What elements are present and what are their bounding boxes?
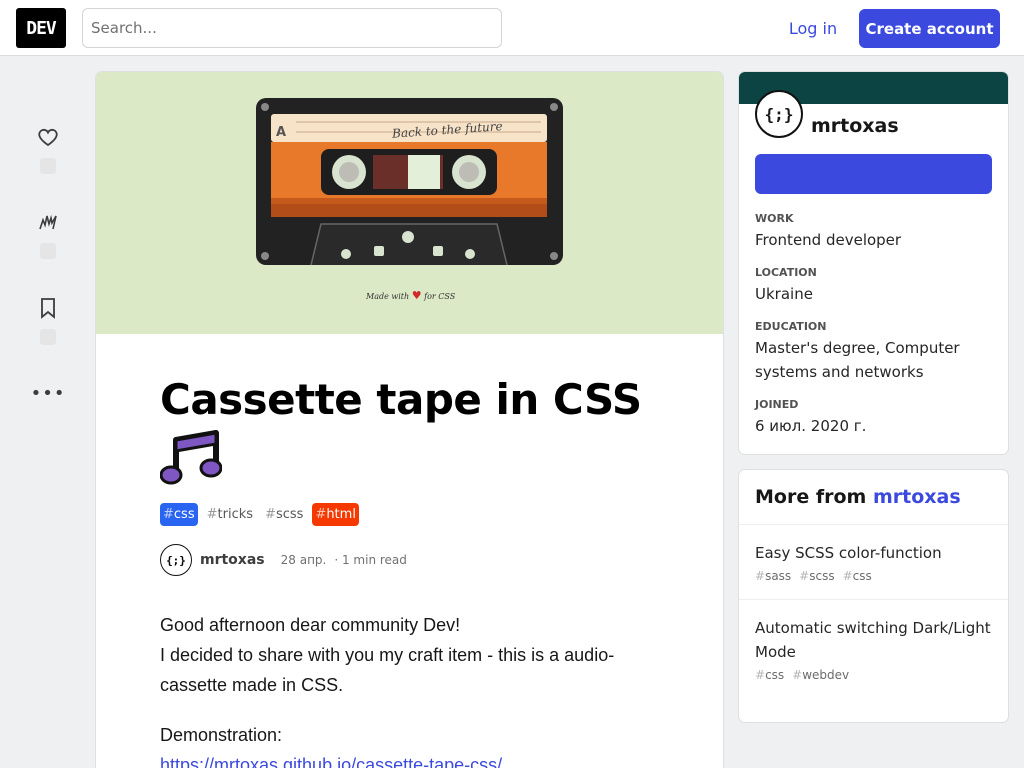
profile-avatar[interactable]: {;} <box>755 90 803 138</box>
tag-css[interactable]: #css <box>160 503 198 526</box>
body-paragraph-2: I decided to share with you my craft ite… <box>160 645 615 695</box>
more-options-icon[interactable]: ••• <box>31 383 65 404</box>
list-item[interactable]: Automatic switching Dark/Light Mode #css… <box>739 600 1008 698</box>
music-note-icon <box>159 430 223 485</box>
unicorn-count <box>40 243 56 259</box>
profile-work: Work Frontend developer <box>755 212 902 249</box>
heart-count <box>40 158 56 174</box>
reaction-heart[interactable] <box>32 125 64 174</box>
dev-logo[interactable]: DEV <box>16 8 66 48</box>
profile-name[interactable]: mrtoxas <box>811 115 899 137</box>
more-from-heading: More from mrtoxas <box>739 470 1008 525</box>
create-account-button[interactable]: Create account <box>859 9 1000 48</box>
cover-image: A Back to the future Made with ♥ for CSS <box>96 72 723 334</box>
tag-html[interactable]: #html <box>312 503 359 526</box>
profile-education: Education Master's degree, Computer syst… <box>755 320 960 381</box>
unicorn-icon <box>39 214 57 230</box>
demo-label: Demonstration: <box>160 725 283 745</box>
article-body: Good afternoon dear community Dev! I dec… <box>160 610 660 768</box>
demo-link[interactable]: https://mrtoxas.github.io/cassette-tape-… <box>160 755 502 768</box>
bookmark-icon <box>41 298 55 319</box>
tag-scss[interactable]: #scss <box>262 503 306 526</box>
reaction-unicorn[interactable] <box>32 210 64 259</box>
search-input[interactable] <box>82 8 502 48</box>
read-time: · 1 min read <box>334 553 407 567</box>
article-title: Cassette tape in CSS <box>159 374 680 488</box>
list-item[interactable]: Easy SCSS color-function #sass #scss #cs… <box>739 525 1008 600</box>
body-paragraph-1: Good afternoon dear community Dev! <box>160 615 461 635</box>
more-from-card: More from mrtoxas Easy SCSS color-functi… <box>739 470 1008 722</box>
more-item-tags: #css #webdev <box>755 668 850 682</box>
cassette-side-label: A <box>276 125 286 140</box>
follow-button[interactable] <box>755 154 992 194</box>
reaction-bookmark[interactable] <box>32 296 64 345</box>
bookmark-count <box>40 329 56 345</box>
login-link[interactable]: Log in <box>778 8 848 48</box>
heart-icon <box>38 128 58 147</box>
more-item-title[interactable]: Easy SCSS color-function <box>755 541 992 565</box>
made-with-caption: Made with ♥ for CSS <box>366 289 456 302</box>
tag-tricks[interactable]: #tricks <box>204 503 256 526</box>
avatar[interactable]: {;} <box>160 544 192 576</box>
profile-location: Location Ukraine <box>755 266 817 303</box>
more-item-title[interactable]: Automatic switching Dark/Light Mode <box>755 616 992 664</box>
article-card: A Back to the future Made with ♥ for CSS… <box>96 72 723 768</box>
more-item-tags: #sass #scss #css <box>755 569 872 583</box>
author-row: {;} mrtoxas 28 апр. · 1 min read <box>160 544 407 576</box>
tag-list: #css #tricks #scss #html <box>160 503 359 526</box>
heart-icon: ♥ <box>411 289 422 302</box>
top-bar: DEV Log in Create account <box>0 0 1024 56</box>
profile-joined: Joined 6 июл. 2020 г. <box>755 398 867 435</box>
author-name[interactable]: mrtoxas <box>200 552 265 568</box>
more-from-author-link[interactable]: mrtoxas <box>873 486 961 508</box>
author-profile-card: {;} mrtoxas Work Frontend developer Loca… <box>739 72 1008 454</box>
post-date: 28 апр. <box>280 553 327 567</box>
